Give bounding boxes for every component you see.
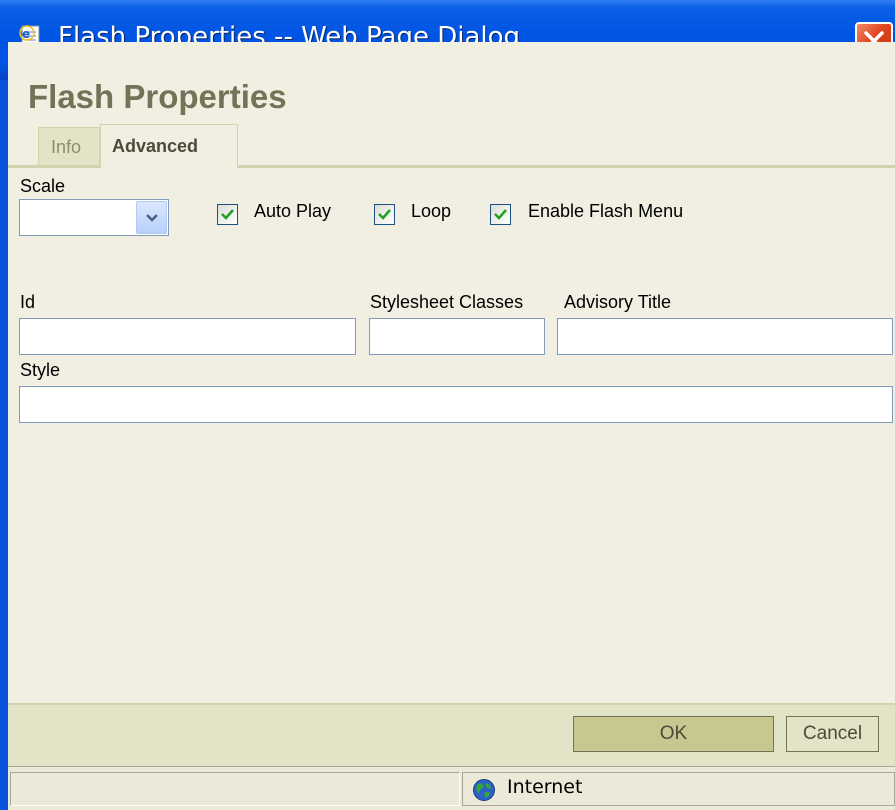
- ok-button[interactable]: OK: [573, 716, 774, 752]
- id-label: Id: [20, 292, 36, 312]
- stylesheet-classes-label: Stylesheet Classes: [370, 292, 524, 312]
- checkmark-icon: [221, 209, 234, 220]
- style-field[interactable]: [19, 386, 893, 423]
- scale-label: Scale: [20, 176, 66, 196]
- stylesheet-classes-field[interactable]: [369, 318, 545, 355]
- advisory-title-label: Advisory Title: [564, 292, 672, 312]
- tab-advanced[interactable]: Advanced: [100, 124, 238, 168]
- enable-flash-menu-checkbox[interactable]: [490, 204, 511, 225]
- auto-play-label[interactable]: Auto Play: [254, 201, 331, 222]
- tab-advanced-label: Advanced: [112, 136, 199, 156]
- zone-label: Internet: [507, 776, 583, 798]
- dialog-window: e Flash Properties -- Web Page Dialog Fl…: [0, 0, 895, 810]
- globe-icon: [473, 779, 495, 801]
- status-message-pane: [10, 772, 460, 806]
- cancel-button[interactable]: Cancel: [786, 716, 879, 752]
- loop-checkbox[interactable]: [374, 204, 395, 225]
- tab-info[interactable]: Info: [38, 127, 100, 167]
- advisory-title-field[interactable]: [557, 318, 893, 355]
- auto-play-checkbox[interactable]: [217, 204, 238, 225]
- scale-select[interactable]: [19, 199, 169, 236]
- tab-info-label: Info: [51, 137, 82, 157]
- scale-dropdown-button[interactable]: [136, 201, 167, 234]
- checkmark-icon: [494, 209, 507, 220]
- dialog-heading: Flash Properties: [28, 78, 287, 115]
- chevron-down-icon: [146, 214, 158, 222]
- loop-label[interactable]: Loop: [411, 201, 451, 222]
- enable-flash-menu-label[interactable]: Enable Flash Menu: [528, 201, 683, 222]
- id-field[interactable]: [19, 318, 356, 355]
- checkmark-icon: [378, 209, 391, 220]
- svg-text:e: e: [22, 27, 30, 41]
- style-label: Style: [20, 360, 61, 380]
